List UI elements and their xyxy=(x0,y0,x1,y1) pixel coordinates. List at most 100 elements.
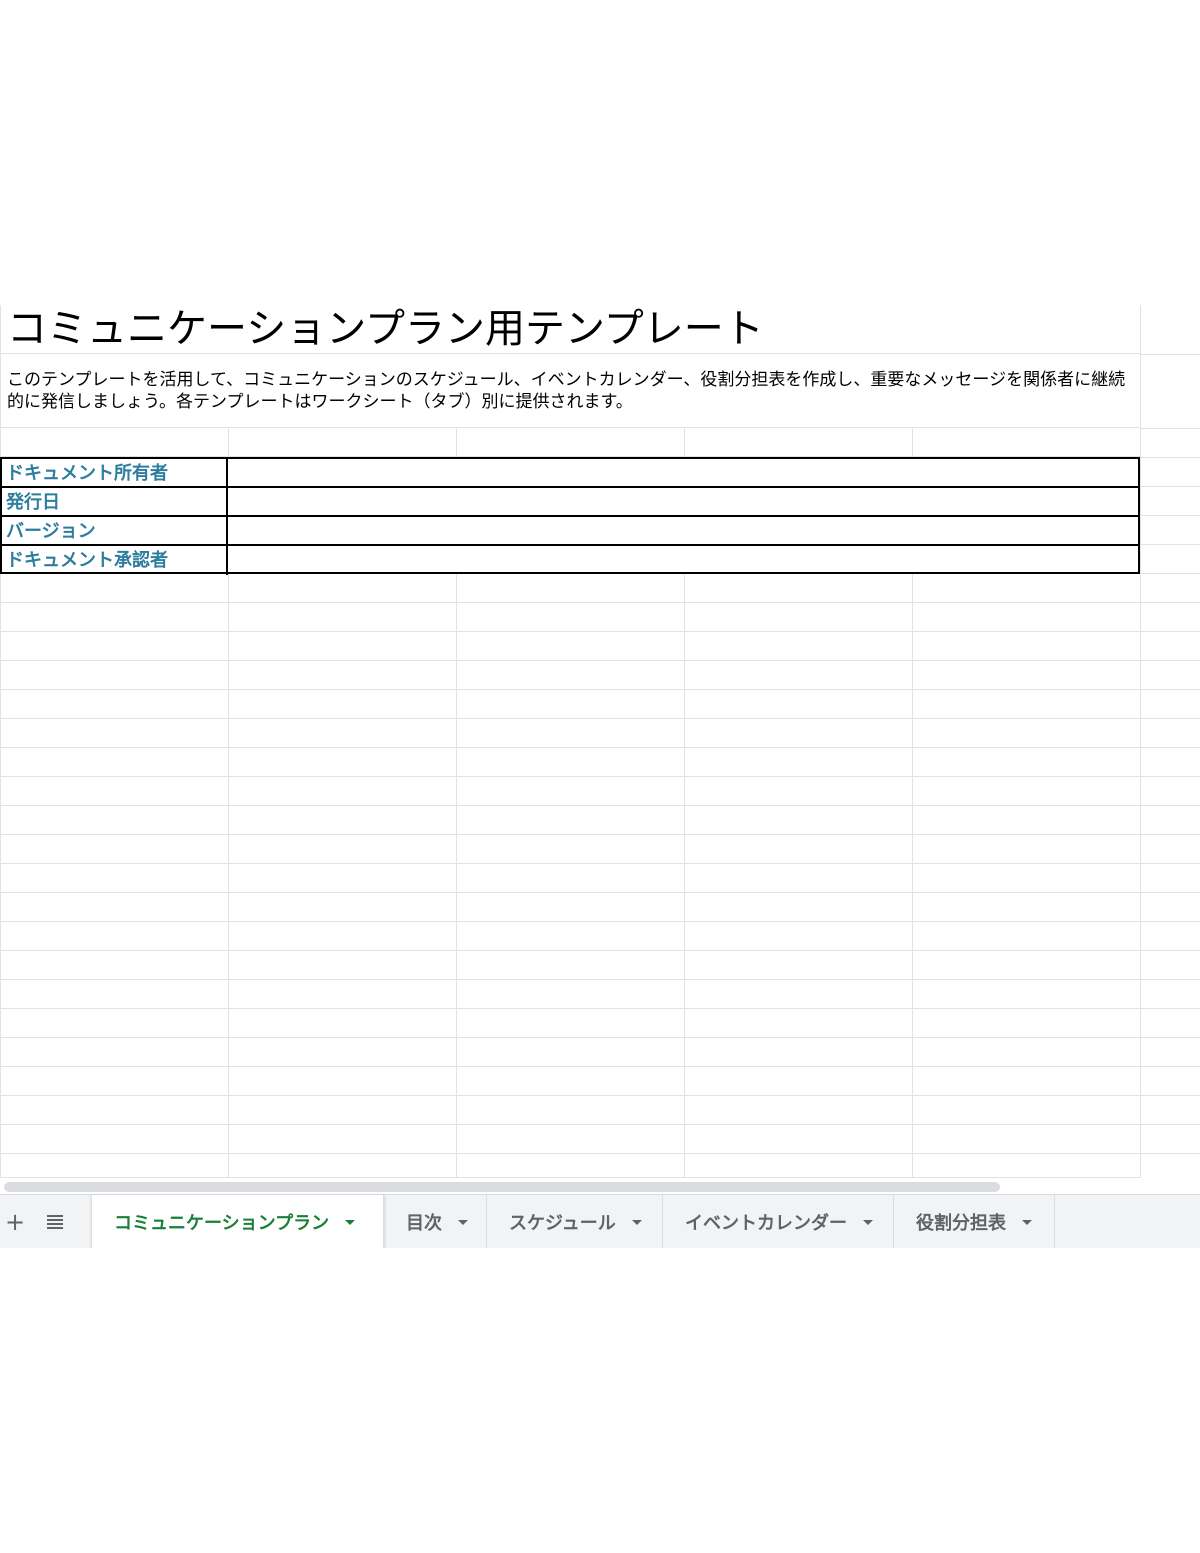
tab-roles-responsibilities[interactable]: 役割分担表 xyxy=(894,1195,1055,1248)
grid-cell[interactable] xyxy=(456,1009,684,1037)
grid-cell[interactable] xyxy=(456,1067,684,1095)
grid-cell[interactable] xyxy=(912,428,1140,457)
grid-cell[interactable] xyxy=(456,806,684,834)
grid-cell[interactable] xyxy=(456,864,684,892)
grid-cell[interactable] xyxy=(912,1038,1140,1066)
grid-cell[interactable] xyxy=(0,574,228,602)
grid-cell[interactable] xyxy=(456,603,684,631)
grid-cell[interactable] xyxy=(912,574,1140,602)
grid-cell[interactable] xyxy=(228,1067,456,1095)
grid-cell[interactable] xyxy=(0,603,228,631)
grid-cell[interactable] xyxy=(912,806,1140,834)
grid-cell[interactable] xyxy=(456,428,684,457)
grid-cell[interactable] xyxy=(684,922,912,950)
grid-cell[interactable] xyxy=(684,893,912,921)
grid-cell[interactable] xyxy=(228,1009,456,1037)
grid-cell[interactable] xyxy=(456,719,684,747)
grid-cell[interactable] xyxy=(0,1154,228,1177)
grid-cell[interactable] xyxy=(228,690,456,718)
grid-cell[interactable] xyxy=(228,428,456,457)
grid-cell[interactable] xyxy=(228,661,456,689)
grid-cell[interactable] xyxy=(0,864,228,892)
grid-cell[interactable] xyxy=(912,922,1140,950)
grid-cell[interactable] xyxy=(684,1067,912,1095)
grid-cell[interactable] xyxy=(456,748,684,776)
grid-cell[interactable] xyxy=(684,428,912,457)
grid-cell[interactable] xyxy=(684,835,912,863)
chevron-down-icon[interactable] xyxy=(863,1220,873,1225)
tab-event-calendar[interactable]: イベントカレンダー xyxy=(663,1195,894,1248)
issue-date-value[interactable] xyxy=(230,488,1136,515)
grid-cell[interactable] xyxy=(456,922,684,950)
grid-cell[interactable] xyxy=(684,1009,912,1037)
grid-cell[interactable] xyxy=(684,603,912,631)
grid-cell[interactable] xyxy=(912,864,1140,892)
chevron-down-icon[interactable] xyxy=(1022,1220,1032,1225)
grid-cell[interactable] xyxy=(684,951,912,979)
tab-schedule[interactable]: スケジュール xyxy=(487,1195,663,1248)
grid-cell[interactable] xyxy=(0,1096,228,1124)
grid-cell[interactable] xyxy=(228,893,456,921)
grid-cell[interactable] xyxy=(684,748,912,776)
grid-cell[interactable] xyxy=(228,1154,456,1177)
chevron-down-icon[interactable] xyxy=(345,1220,356,1225)
grid-cell[interactable] xyxy=(912,835,1140,863)
scrollbar-thumb[interactable] xyxy=(4,1182,1000,1192)
grid-cell[interactable] xyxy=(456,1096,684,1124)
grid-cell[interactable] xyxy=(912,1154,1140,1177)
add-sheet-button[interactable]: + xyxy=(2,1195,28,1248)
grid-cell[interactable] xyxy=(0,719,228,747)
grid-cell[interactable] xyxy=(228,1038,456,1066)
grid-cell[interactable] xyxy=(684,1096,912,1124)
grid-cell[interactable] xyxy=(456,980,684,1008)
grid-cell[interactable] xyxy=(684,864,912,892)
grid-cell[interactable] xyxy=(456,690,684,718)
grid-cell[interactable] xyxy=(228,748,456,776)
grid-cell[interactable] xyxy=(0,1067,228,1095)
grid-cell[interactable] xyxy=(0,777,228,805)
grid-cell[interactable] xyxy=(912,980,1140,1008)
grid-cell[interactable] xyxy=(684,661,912,689)
grid-cell[interactable] xyxy=(912,1125,1140,1153)
grid-cell[interactable] xyxy=(0,1009,228,1037)
version-value[interactable] xyxy=(230,517,1136,544)
description-cell[interactable]: このテンプレートを活用して、コミュニケーションのスケジュール、イベントカレンダー… xyxy=(0,354,1140,428)
grid-cell[interactable] xyxy=(912,1096,1140,1124)
grid-cell[interactable] xyxy=(0,806,228,834)
grid-cell[interactable] xyxy=(912,690,1140,718)
grid-cell[interactable] xyxy=(456,835,684,863)
grid-cell[interactable] xyxy=(228,719,456,747)
grid-cell[interactable] xyxy=(912,1067,1140,1095)
document-approver-value[interactable] xyxy=(230,546,1136,575)
grid-cell[interactable] xyxy=(228,951,456,979)
grid-cell[interactable] xyxy=(456,1154,684,1177)
grid-cell[interactable] xyxy=(228,835,456,863)
grid-cell[interactable] xyxy=(456,574,684,602)
grid-cell[interactable] xyxy=(228,574,456,602)
title-cell[interactable]: コミュニケーションプラン用テンプレート xyxy=(0,305,1140,354)
grid-cell[interactable] xyxy=(684,777,912,805)
grid-cell[interactable] xyxy=(228,922,456,950)
grid-cell[interactable] xyxy=(0,951,228,979)
document-owner-value[interactable] xyxy=(230,459,1136,486)
grid-cell[interactable] xyxy=(228,603,456,631)
tab-table-of-contents[interactable]: 目次 xyxy=(384,1195,487,1248)
grid-cell[interactable] xyxy=(0,922,228,950)
grid-cell[interactable] xyxy=(456,632,684,660)
grid-cell[interactable] xyxy=(0,1038,228,1066)
chevron-down-icon[interactable] xyxy=(631,1220,642,1225)
grid-cell[interactable] xyxy=(684,1125,912,1153)
grid-cell[interactable] xyxy=(228,777,456,805)
grid-cell[interactable] xyxy=(912,661,1140,689)
grid-cell[interactable] xyxy=(684,980,912,1008)
grid-cell[interactable] xyxy=(912,603,1140,631)
grid-cell[interactable] xyxy=(0,893,228,921)
grid-cell[interactable] xyxy=(912,777,1140,805)
grid-cell[interactable] xyxy=(912,632,1140,660)
grid-cell[interactable] xyxy=(912,748,1140,776)
grid-cell[interactable] xyxy=(0,632,228,660)
grid-cell[interactable] xyxy=(228,1125,456,1153)
grid-cell[interactable] xyxy=(456,661,684,689)
grid-cell[interactable] xyxy=(684,719,912,747)
grid-cell[interactable] xyxy=(684,1154,912,1177)
